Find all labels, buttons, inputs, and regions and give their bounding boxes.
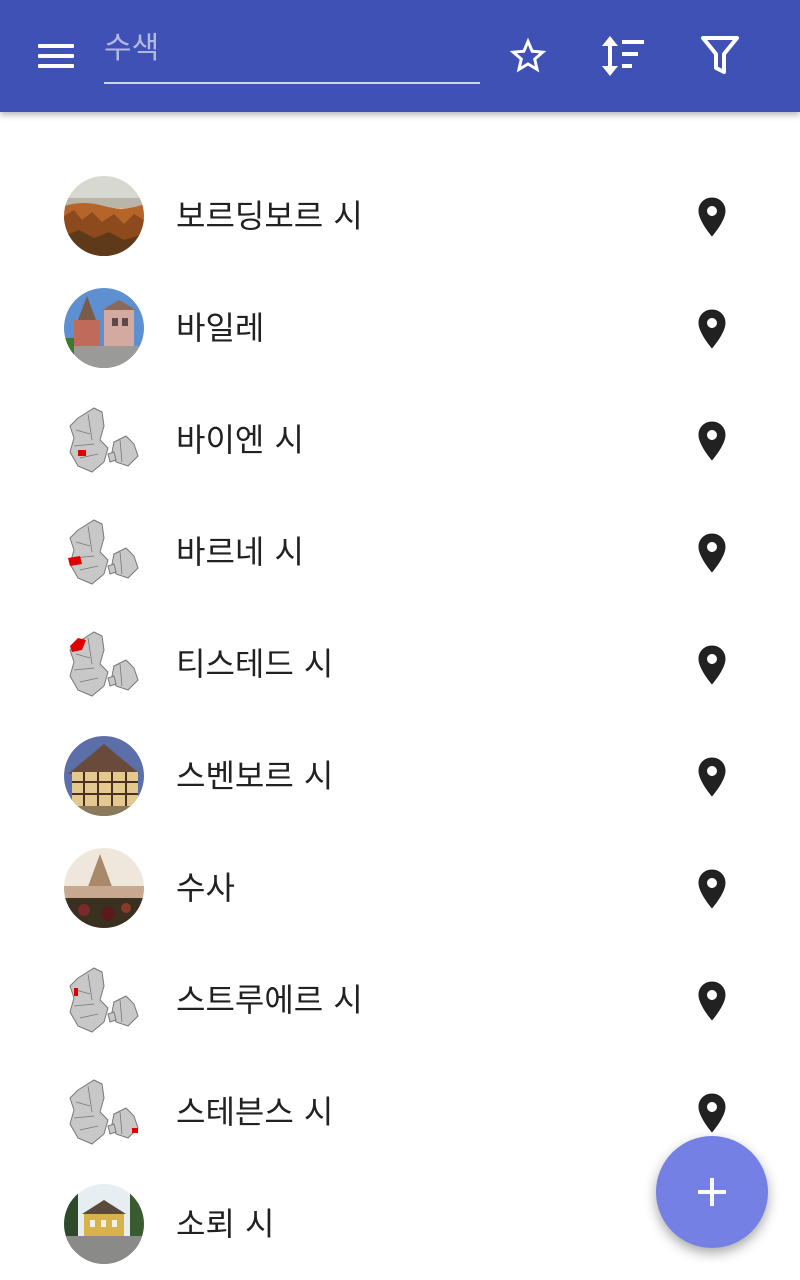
map-denmark-icon (64, 960, 144, 1040)
place-name: 보르딩보르 시 (176, 197, 363, 235)
map-pin-icon[interactable] (694, 1092, 730, 1134)
list-item[interactable]: 티스테드 시 (0, 608, 800, 720)
list-item[interactable]: 스벤보르 시 (0, 720, 800, 832)
app-bar (0, 0, 800, 112)
list-item[interactable]: 스트루에르 시 (0, 944, 800, 1056)
filter-icon[interactable] (700, 34, 740, 78)
place-name: 티스테드 시 (176, 645, 334, 683)
map-pin-icon[interactable] (694, 980, 730, 1022)
place-name: 스벤보르 시 (176, 757, 334, 795)
place-name: 소뢰 시 (176, 1205, 275, 1243)
map-pin-icon[interactable] (694, 644, 730, 686)
menu-icon[interactable] (38, 42, 74, 70)
list-item[interactable]: 보르딩보르 시 (0, 160, 800, 272)
map-denmark-icon (64, 400, 144, 480)
map-pin-icon[interactable] (694, 532, 730, 574)
list-item[interactable]: 수사 (0, 832, 800, 944)
map-pin-icon[interactable] (694, 420, 730, 462)
map-pin-icon[interactable] (694, 868, 730, 910)
place-name: 바일레 (176, 309, 265, 347)
list-item[interactable]: 바일레 (0, 272, 800, 384)
add-button[interactable] (656, 1136, 768, 1248)
list-item[interactable]: 바이엔 시 (0, 384, 800, 496)
map-pin-icon[interactable] (694, 756, 730, 798)
photo-yellow-house (64, 1184, 144, 1264)
place-name: 스트루에르 시 (176, 981, 363, 1019)
photo-building (64, 288, 144, 368)
place-name: 스테븐스 시 (176, 1093, 334, 1131)
map-pin-icon[interactable] (694, 308, 730, 350)
sort-icon[interactable] (600, 34, 648, 78)
map-pin-icon[interactable] (694, 196, 730, 238)
star-outline-icon[interactable] (506, 34, 550, 78)
map-denmark-icon (64, 624, 144, 704)
photo-cliffs (64, 176, 144, 256)
photo-timber-house (64, 736, 144, 816)
place-name: 수사 (176, 869, 235, 907)
search-input[interactable] (104, 26, 474, 70)
search-field (104, 22, 480, 84)
map-denmark-icon (64, 512, 144, 592)
place-name: 바이엔 시 (176, 421, 304, 459)
map-denmark-icon (64, 1072, 144, 1152)
place-name: 바르네 시 (176, 533, 304, 571)
list-item[interactable]: 바르네 시 (0, 496, 800, 608)
photo-ruins (64, 848, 144, 928)
